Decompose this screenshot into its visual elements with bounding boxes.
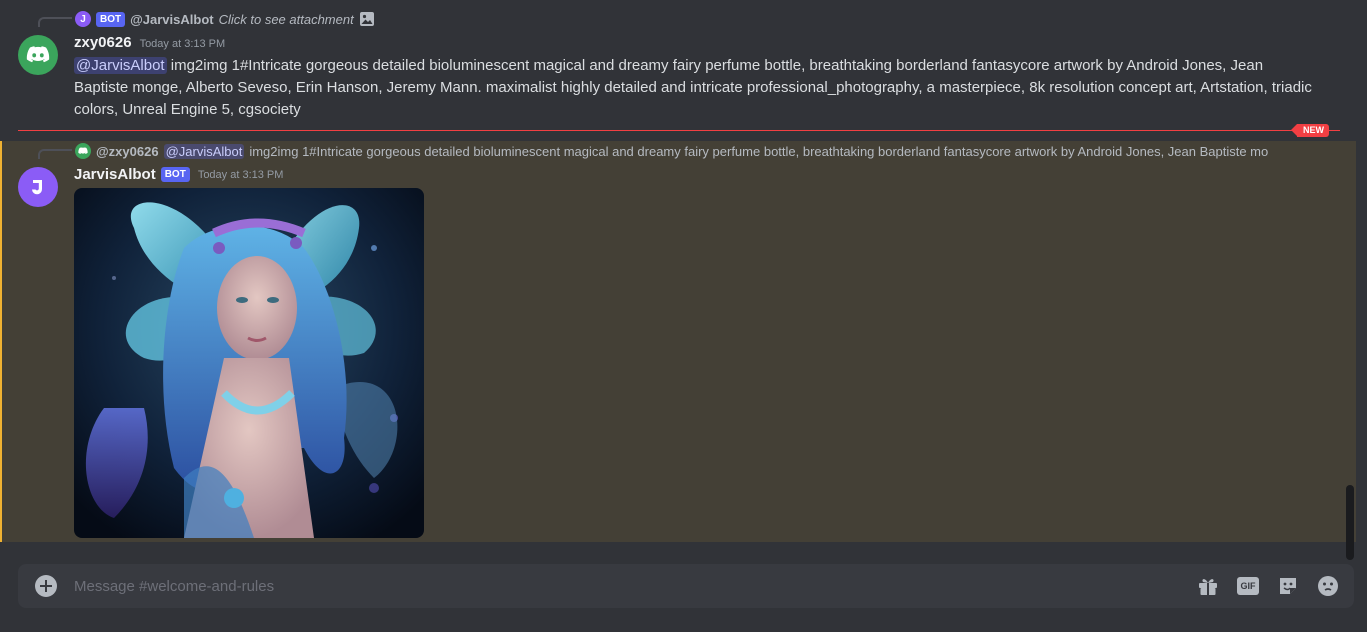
emoji-icon xyxy=(1317,575,1339,597)
reply-preview[interactable]: J BOT @JarvisAlbot Click to see attachme… xyxy=(75,10,375,28)
j-logo-icon xyxy=(27,176,49,198)
gif-icon: GIF xyxy=(1237,577,1259,595)
gif-button[interactable]: GIF xyxy=(1236,574,1260,598)
add-attachment-button[interactable] xyxy=(34,574,58,598)
sticker-icon xyxy=(1277,575,1299,597)
plus-circle-icon xyxy=(35,575,57,597)
timestamp[interactable]: Today at 3:13 PM xyxy=(198,169,284,181)
new-badge: NEW xyxy=(1291,124,1329,137)
reply-preview[interactable]: @zxy0626 @JarvisAlbot img2img 1#Intricat… xyxy=(75,142,1307,160)
image-icon xyxy=(359,11,375,27)
reply-avatar-icon xyxy=(75,143,91,159)
emoji-button[interactable] xyxy=(1316,574,1340,598)
sticker-button[interactable] xyxy=(1276,574,1300,598)
chat-scroller[interactable]: J BOT @JarvisAlbot Click to see attachme… xyxy=(0,0,1356,560)
gift-icon xyxy=(1197,575,1219,597)
reply-text[interactable]: img2img 1#Intricate gorgeous detailed bi… xyxy=(249,144,1268,159)
reply-attachment-text[interactable]: Click to see attachment xyxy=(219,12,354,27)
username[interactable]: zxy0626 xyxy=(74,34,132,51)
mention[interactable]: @JarvisAlbot xyxy=(74,57,167,74)
reply-author[interactable]: @JarvisAlbot xyxy=(130,12,213,27)
fairy-attachment-image[interactable] xyxy=(74,188,424,538)
bot-tag: BOT xyxy=(160,167,190,182)
gift-button[interactable] xyxy=(1196,574,1220,598)
reply-connector xyxy=(38,17,72,27)
message-content: @JarvisAlbot img2img 1#Intricate gorgeou… xyxy=(74,55,1314,121)
bot-tag: BOT xyxy=(96,11,126,27)
message-header: zxy0626 Today at 3:13 PM xyxy=(74,34,225,51)
message-composer: GIF xyxy=(18,564,1354,608)
message-header: JarvisAlbot BOT Today at 3:13 PM xyxy=(74,166,283,183)
reply-mention[interactable]: @JarvisAlbot xyxy=(163,143,245,159)
message-input[interactable] xyxy=(74,564,1174,608)
scrollbar-thumb[interactable] xyxy=(1346,485,1354,560)
timestamp[interactable]: Today at 3:13 PM xyxy=(140,38,226,50)
new-messages-divider xyxy=(18,130,1340,131)
avatar[interactable] xyxy=(18,167,58,207)
reply-avatar-icon: J xyxy=(75,11,91,27)
reply-author[interactable]: @zxy0626 xyxy=(96,144,159,159)
scrollbar[interactable] xyxy=(1346,0,1354,560)
username[interactable]: JarvisAlbot xyxy=(74,166,156,183)
avatar[interactable] xyxy=(18,35,58,75)
reply-connector xyxy=(38,149,72,159)
discord-logo-icon xyxy=(26,46,50,64)
message-text: img2img 1#Intricate gorgeous detailed bi… xyxy=(74,57,1312,118)
